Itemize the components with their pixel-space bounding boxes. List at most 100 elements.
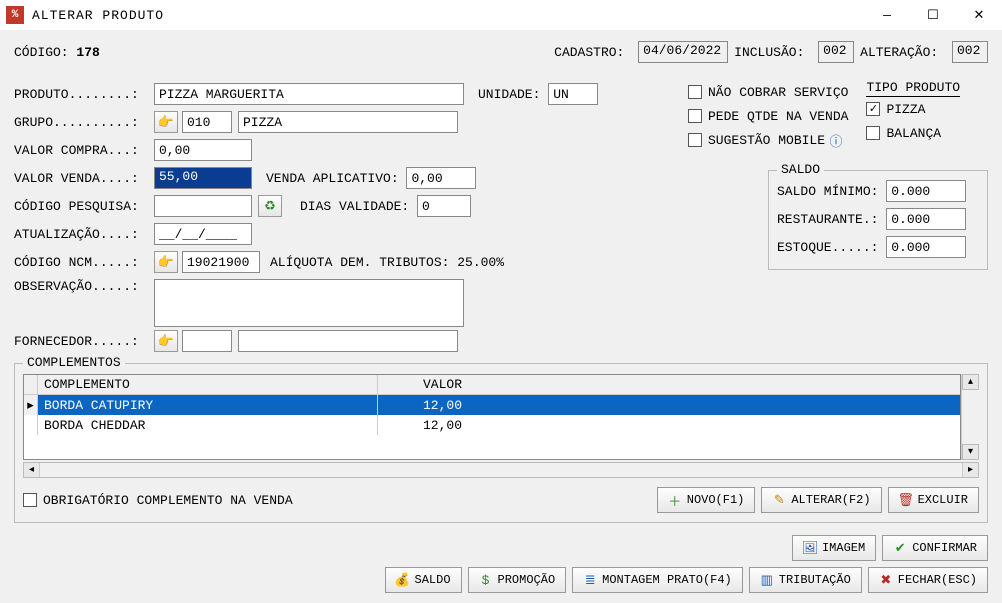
sugestao-mobile-label: SUGESTÃO MOBILE bbox=[708, 133, 825, 148]
fechar-button[interactable]: ✖ FECHAR(ESC) bbox=[868, 567, 988, 593]
grupo-code-input[interactable] bbox=[182, 111, 232, 133]
minimize-button[interactable]: — bbox=[864, 0, 910, 30]
nao-cobrar-checkbox[interactable]: NÃO COBRAR SERVIÇO bbox=[688, 80, 848, 104]
saldo-button[interactable]: 💰 SALDO bbox=[385, 567, 462, 593]
excluir-button[interactable]: 🗑 EXCLUIR bbox=[888, 487, 979, 513]
complement-name: BORDA CHEDDAR bbox=[38, 415, 378, 435]
estoque-input[interactable] bbox=[886, 236, 966, 258]
hand-icon: 👉 bbox=[159, 334, 173, 348]
pede-qtde-checkbox[interactable]: PEDE QTDE NA VENDA bbox=[688, 104, 848, 128]
saldo-minimo-label: SALDO MÍNIMO: bbox=[777, 184, 886, 199]
alteracao-label: ALTERAÇÃO: bbox=[860, 45, 946, 60]
edit-icon: ✎ bbox=[772, 493, 786, 507]
observacao-label: OBSERVAÇÃO.....: bbox=[14, 279, 154, 294]
cadastro-value: 04/06/2022 bbox=[638, 41, 728, 63]
maximize-button[interactable]: ☐ bbox=[910, 0, 956, 30]
sugestao-mobile-checkbox[interactable]: SUGESTÃO MOBILE ⓘ bbox=[688, 128, 848, 152]
venda-app-input[interactable] bbox=[406, 167, 476, 189]
codigo-pesquisa-input[interactable] bbox=[154, 195, 252, 217]
ncm-label: CÓDIGO NCM.....: bbox=[14, 255, 154, 270]
restaurante-input[interactable] bbox=[886, 208, 966, 230]
dias-validade-label: DIAS VALIDADE: bbox=[300, 199, 417, 214]
valor-venda-label: VALOR VENDA....: bbox=[14, 171, 154, 186]
venda-app-label: VENDA APLICATIVO: bbox=[266, 171, 406, 186]
close-button[interactable]: ✕ bbox=[956, 0, 1002, 30]
atualizacao-label: ATUALIZAÇÃO....: bbox=[14, 227, 154, 242]
refresh-icon: ♻ bbox=[263, 199, 277, 213]
col-complemento: COMPLEMENTO bbox=[38, 375, 378, 394]
delete-icon: 🗑 bbox=[899, 493, 913, 507]
valor-compra-input[interactable] bbox=[154, 139, 252, 161]
complement-value: 12,00 bbox=[378, 415, 468, 435]
dollar-icon: $ bbox=[479, 573, 493, 587]
fornecedor-name-input[interactable] bbox=[238, 330, 458, 352]
unidade-label: UNIDADE: bbox=[478, 87, 548, 102]
check-icon: ✔ bbox=[893, 541, 907, 555]
image-icon: 🖼 bbox=[803, 541, 817, 555]
tributacao-button[interactable]: ▥ TRIBUTAÇÃO bbox=[749, 567, 862, 593]
imagem-button[interactable]: 🖼 IMAGEM bbox=[792, 535, 876, 561]
table-row[interactable]: ▸ BORDA CATUPIRY 12,00 bbox=[24, 395, 960, 415]
confirmar-button[interactable]: ✔ CONFIRMAR bbox=[882, 535, 988, 561]
scroll-right-icon[interactable]: ▸ bbox=[962, 463, 978, 477]
saldo-minimo-input[interactable] bbox=[886, 180, 966, 202]
dias-validade-input[interactable] bbox=[417, 195, 471, 217]
grid-vscrollbar[interactable]: ▴ ▾ bbox=[961, 374, 979, 460]
complements-panel: COMPLEMENTOS COMPLEMENTO VALOR ▸ BORDA C… bbox=[14, 363, 988, 523]
codigo-label: CÓDIGO: 178 bbox=[14, 45, 100, 60]
grupo-label: GRUPO..........: bbox=[14, 115, 154, 130]
grid-hscrollbar[interactable]: ◂ ▸ bbox=[23, 462, 979, 478]
ncm-lookup-button[interactable]: 👉 bbox=[154, 251, 178, 273]
bag-icon: 💰 bbox=[396, 573, 410, 587]
plus-icon: ＋ bbox=[668, 493, 682, 507]
grupo-lookup-button[interactable]: 👉 bbox=[154, 111, 178, 133]
balanca-label: BALANÇA bbox=[886, 126, 941, 141]
valor-venda-input[interactable]: 55,00 bbox=[154, 167, 252, 189]
inclusao-label: INCLUSÃO: bbox=[734, 45, 812, 60]
atualizacao-input[interactable] bbox=[154, 223, 252, 245]
observacao-input[interactable] bbox=[154, 279, 464, 327]
ncm-input[interactable] bbox=[182, 251, 260, 273]
hand-icon: 👉 bbox=[159, 115, 173, 129]
close-icon: ✖ bbox=[879, 573, 893, 587]
table-row[interactable]: BORDA CHEDDAR 12,00 bbox=[24, 415, 960, 435]
produto-input[interactable] bbox=[154, 83, 464, 105]
estoque-label: ESTOQUE.....: bbox=[777, 240, 886, 255]
complement-value: 12,00 bbox=[378, 395, 468, 415]
balanca-checkbox[interactable]: BALANÇA bbox=[866, 121, 960, 145]
barcode-icon: ▥ bbox=[760, 573, 774, 587]
obrigatorio-label: OBRIGATÓRIO COMPLEMENTO NA VENDA bbox=[43, 493, 293, 508]
pede-qtde-label: PEDE QTDE NA VENDA bbox=[708, 109, 848, 124]
pizza-label: PIZZA bbox=[886, 102, 925, 117]
complements-grid[interactable]: COMPLEMENTO VALOR ▸ BORDA CATUPIRY 12,00… bbox=[23, 374, 961, 460]
fornecedor-code-input[interactable] bbox=[182, 330, 232, 352]
novo-button[interactable]: ＋ NOVO(F1) bbox=[657, 487, 756, 513]
fornecedor-label: FORNECEDOR.....: bbox=[14, 334, 154, 349]
complement-name: BORDA CATUPIRY bbox=[38, 395, 378, 415]
montagem-button[interactable]: ≣ MONTAGEM PRATO(F4) bbox=[572, 567, 743, 593]
list-icon: ≣ bbox=[583, 573, 597, 587]
grupo-name-input[interactable] bbox=[238, 111, 458, 133]
app-icon: % bbox=[6, 6, 24, 24]
fornecedor-lookup-button[interactable]: 👉 bbox=[154, 330, 178, 352]
alterar-button[interactable]: ✎ ALTERAR(F2) bbox=[761, 487, 881, 513]
scroll-left-icon[interactable]: ◂ bbox=[24, 463, 40, 477]
titlebar: % ALTERAR PRODUTO — ☐ ✕ bbox=[0, 0, 1002, 30]
pizza-checkbox[interactable]: ✓PIZZA bbox=[866, 97, 960, 121]
scroll-up-icon[interactable]: ▴ bbox=[962, 374, 979, 390]
restaurante-label: RESTAURANTE.: bbox=[777, 212, 886, 227]
complements-title: COMPLEMENTOS bbox=[23, 355, 125, 370]
row-indicator-icon: ▸ bbox=[24, 395, 38, 415]
valor-compra-label: VALOR COMPRA...: bbox=[14, 143, 154, 158]
nao-cobrar-label: NÃO COBRAR SERVIÇO bbox=[708, 85, 848, 100]
scroll-down-icon[interactable]: ▾ bbox=[962, 444, 979, 460]
unidade-input[interactable] bbox=[548, 83, 598, 105]
info-icon[interactable]: ⓘ bbox=[829, 133, 843, 147]
alteracao-value: 002 bbox=[952, 41, 988, 63]
promocao-button[interactable]: $ PROMOÇÃO bbox=[468, 567, 567, 593]
obrigatorio-checkbox[interactable]: OBRIGATÓRIO COMPLEMENTO NA VENDA bbox=[23, 488, 293, 512]
inclusao-value: 002 bbox=[818, 41, 854, 63]
refresh-pesquisa-button[interactable]: ♻ bbox=[258, 195, 282, 217]
produto-label: PRODUTO........: bbox=[14, 87, 154, 102]
saldo-title: SALDO bbox=[777, 162, 824, 177]
